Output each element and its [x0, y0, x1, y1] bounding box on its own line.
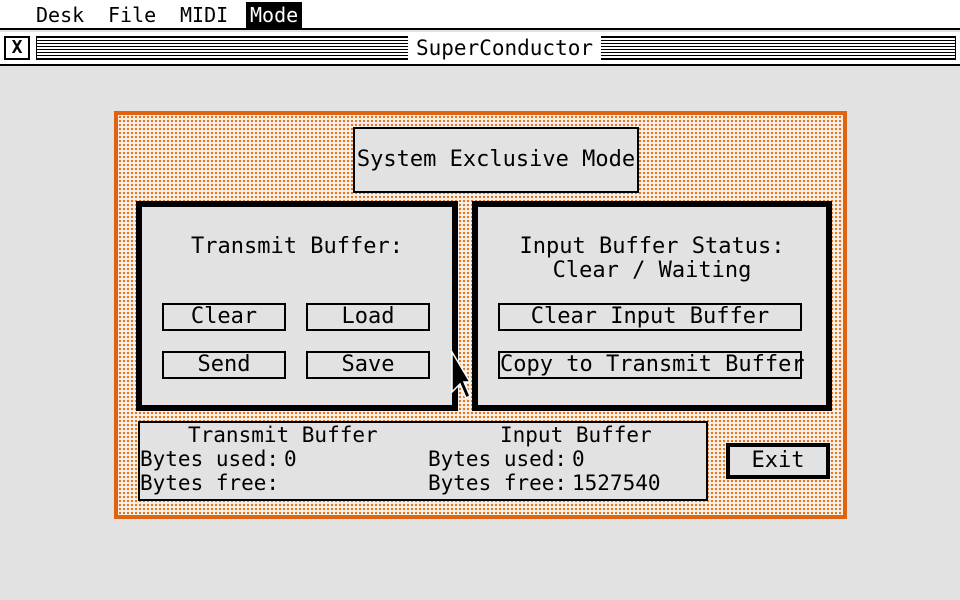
send-button[interactable]: Send [162, 351, 286, 379]
menu-midi[interactable]: MIDI [176, 2, 232, 28]
load-button[interactable]: Load [306, 303, 430, 331]
close-icon[interactable]: X [4, 36, 30, 60]
window-title-bar[interactable]: X SuperConductor [0, 32, 960, 66]
input-status-header: Input Buffer [500, 423, 652, 447]
copy-to-transmit-button[interactable]: Copy to Transmit Buffer [498, 351, 805, 379]
transmit-buffer-panel: Transmit Buffer: Clear Load Send Save [136, 201, 458, 411]
input-bytes-free-value: 1527540 [572, 471, 661, 495]
transmit-bytes-used-label: Bytes used: [140, 447, 280, 471]
menu-file[interactable]: File [104, 2, 160, 28]
input-bytes-used-value: 0 [572, 447, 585, 471]
input-buffer-panel: Input Buffer Status: Clear / Waiting Cle… [472, 201, 832, 411]
transmit-panel-title: Transmit Buffer: [191, 234, 403, 259]
transmit-bytes-free-label: Bytes free: [140, 471, 280, 495]
input-status-title: Input Buffer Status: [519, 234, 785, 259]
save-button[interactable]: Save [306, 351, 430, 379]
dialog-heading: System Exclusive Mode [353, 127, 639, 193]
input-status-value: Clear / Waiting [552, 258, 752, 283]
transmit-bytes-used-value: 0 [284, 447, 297, 471]
menu-mode[interactable]: Mode [246, 2, 303, 28]
menu-desk[interactable]: Desk [32, 2, 88, 28]
exit-button[interactable]: Exit [726, 443, 830, 479]
clear-input-buffer-button[interactable]: Clear Input Buffer [498, 303, 802, 331]
transmit-status-header: Transmit Buffer [188, 423, 378, 447]
window-title: SuperConductor [408, 36, 602, 60]
buffer-status-box: Transmit Buffer Bytes used: 0 Bytes free… [138, 421, 708, 501]
sysex-dialog: System Exclusive Mode Transmit Buffer: C… [114, 111, 847, 519]
input-bytes-used-label: Bytes used: [428, 447, 568, 471]
mouse-pointer-icon [451, 350, 470, 400]
input-bytes-free-label: Bytes free: [428, 471, 568, 495]
clear-button[interactable]: Clear [162, 303, 286, 331]
menu-bar: Desk File MIDI Mode [0, 0, 960, 30]
